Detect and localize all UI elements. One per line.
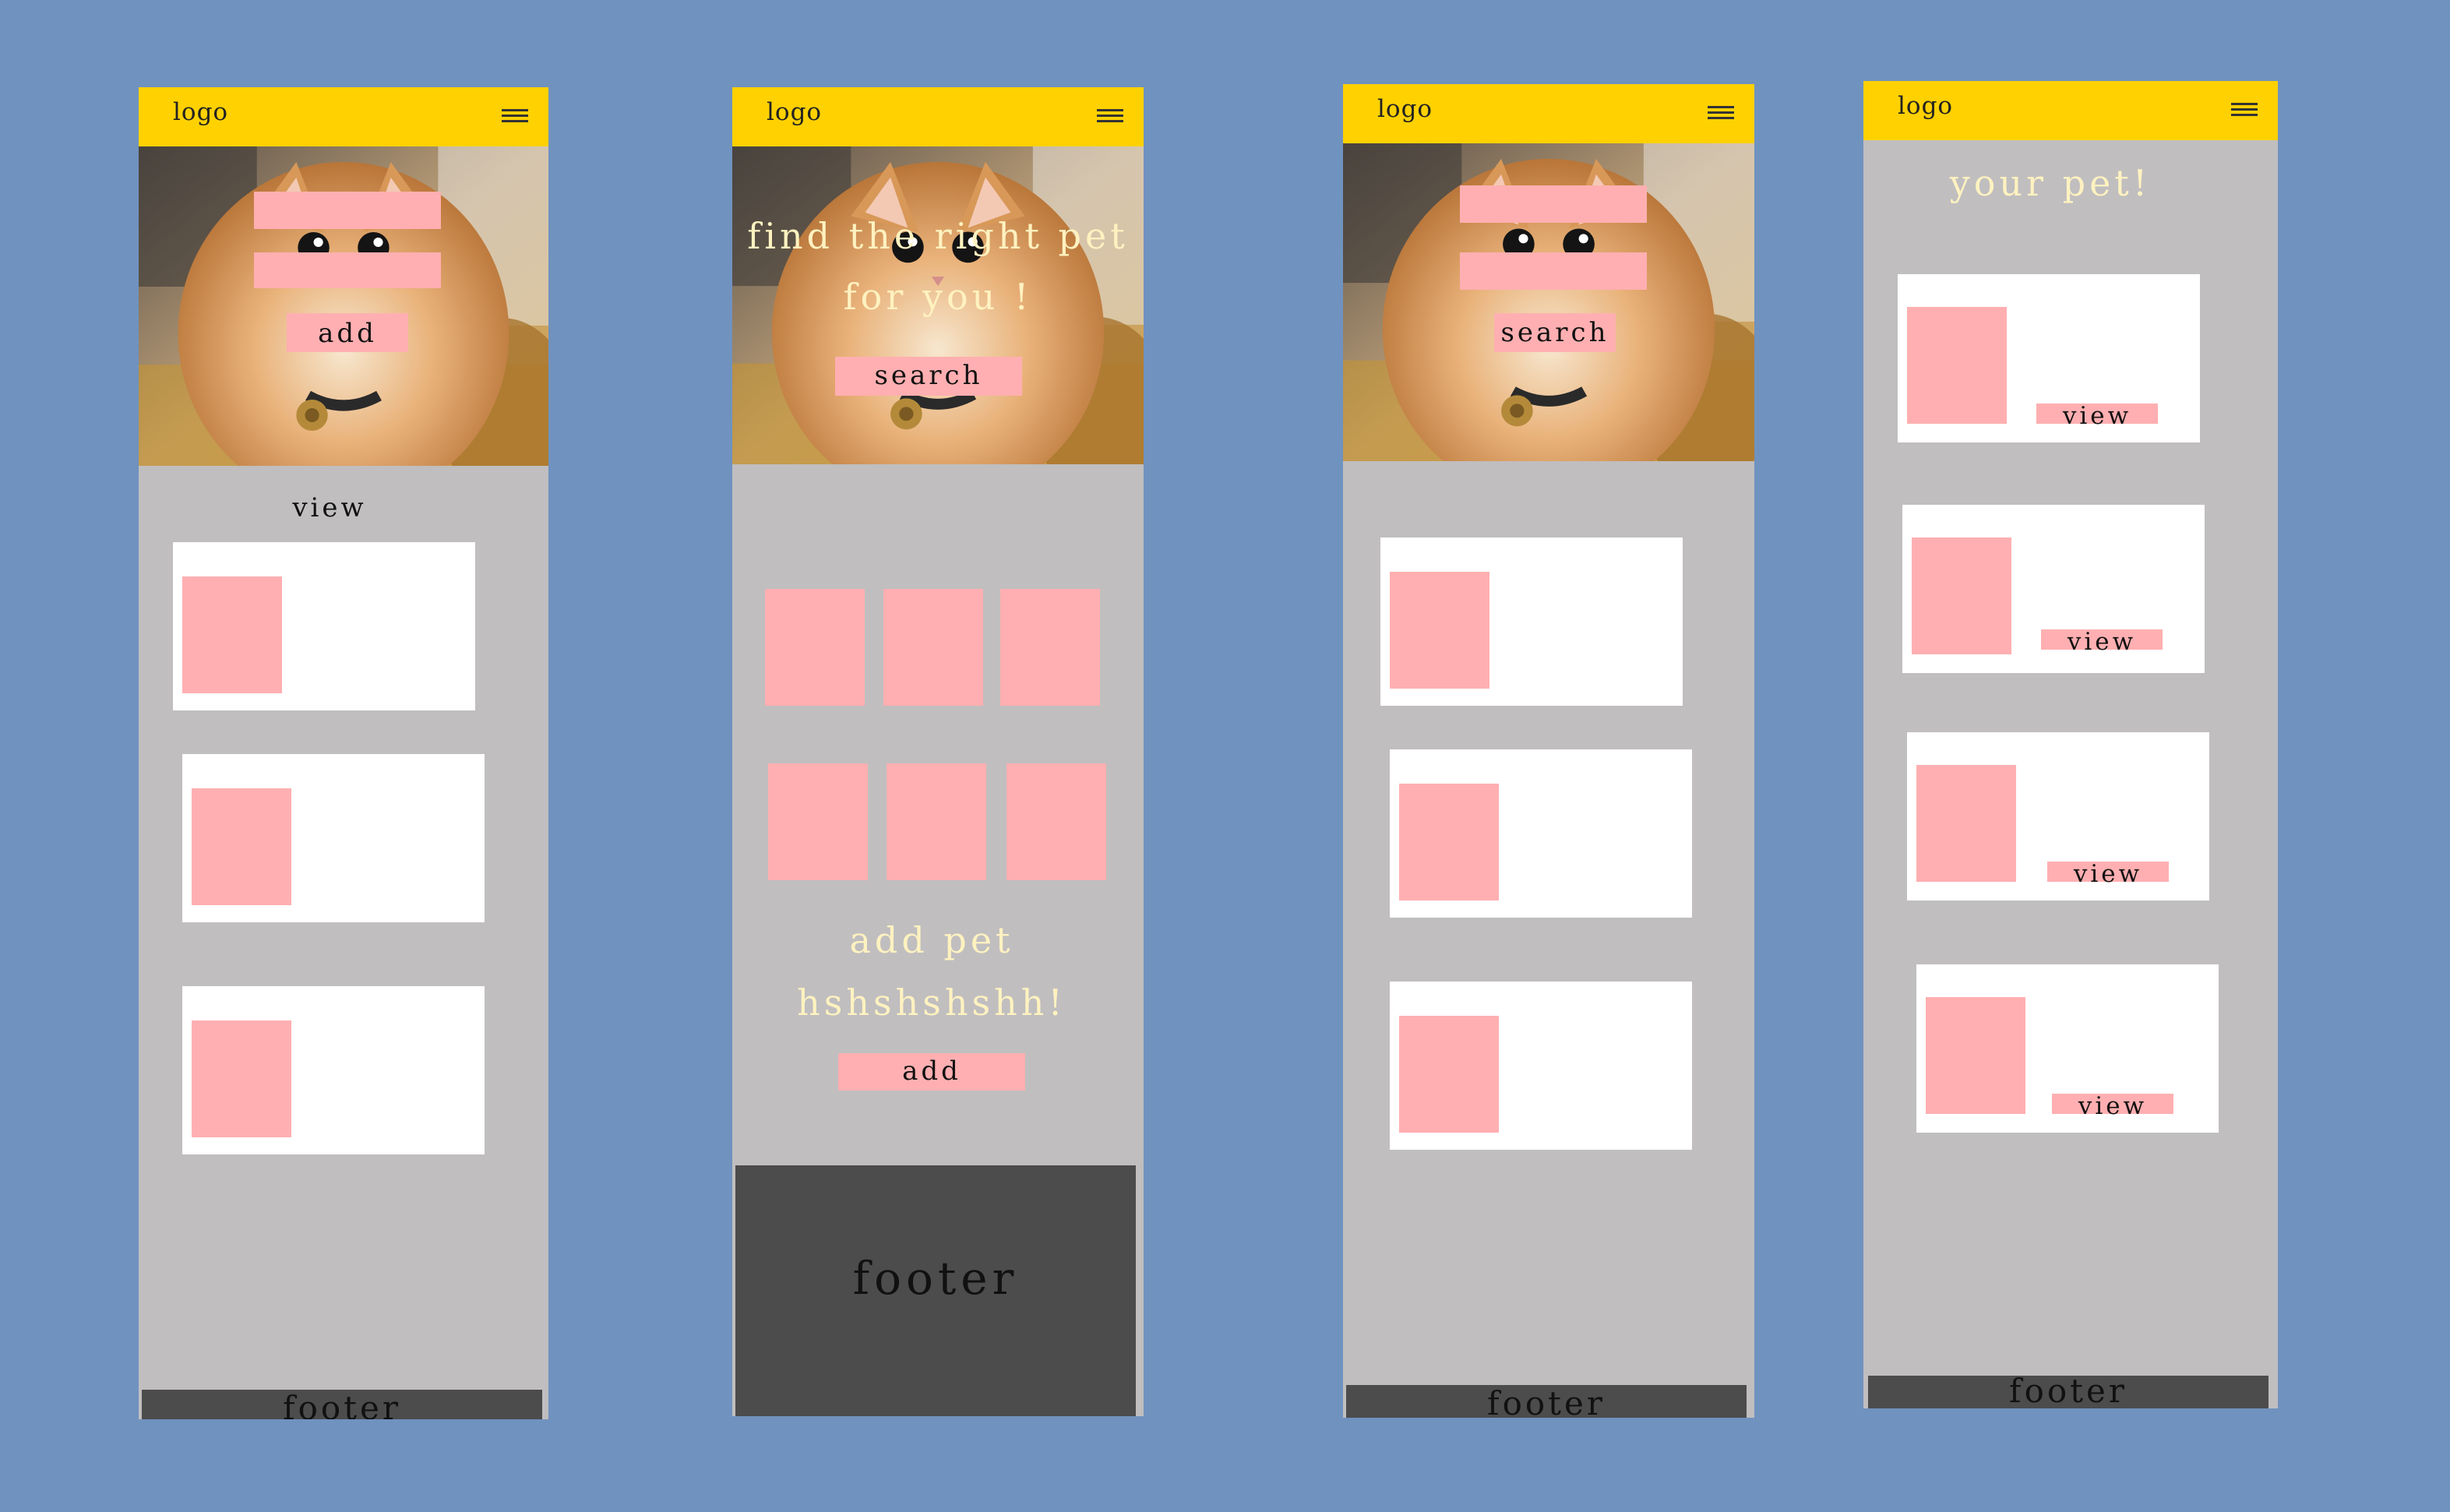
pet-thumbnail (182, 576, 282, 693)
pet-tile[interactable] (883, 589, 983, 706)
hamburger-menu-icon[interactable] (1708, 106, 1734, 120)
result-card[interactable] (1390, 749, 1692, 918)
pet-tile[interactable] (1000, 589, 1100, 706)
add-button[interactable]: add (838, 1053, 1025, 1091)
hero-image: add (139, 146, 548, 466)
pet-thumbnail (1907, 307, 2007, 424)
pet-card[interactable]: view (1902, 505, 2205, 673)
hero-heading-line-2: for you ! (843, 276, 1033, 318)
logo[interactable]: logo (1898, 92, 1953, 120)
hamburger-menu-icon[interactable] (2231, 103, 2258, 117)
pet-thumbnail (1399, 784, 1499, 901)
type-input[interactable] (254, 252, 441, 288)
screen-add-pet: logo add view footer (139, 87, 548, 1419)
view-button[interactable]: view (2047, 862, 2169, 886)
pet-thumbnail (1916, 765, 2016, 882)
page-heading: your pet! (1949, 162, 2152, 204)
header: logo (139, 87, 548, 146)
pet-card[interactable]: view (1898, 274, 2200, 442)
logo[interactable]: logo (767, 98, 822, 126)
result-card[interactable] (1390, 982, 1692, 1150)
pet-tile[interactable] (768, 763, 868, 880)
header: logo (1343, 84, 1754, 143)
hamburger-menu-icon[interactable] (502, 109, 528, 123)
pet-card[interactable] (182, 754, 485, 922)
search-button[interactable]: search (835, 357, 1022, 396)
pet-thumbnail (1926, 997, 2025, 1114)
pet-tile[interactable] (887, 763, 986, 880)
search-input[interactable] (1460, 185, 1647, 223)
add-button[interactable]: add (287, 313, 408, 352)
add-pet-heading: add pet (849, 919, 1014, 961)
footer: footer (1868, 1376, 2268, 1408)
pet-thumbnail (192, 788, 291, 905)
pet-thumbnail (1912, 537, 2011, 654)
search-button[interactable]: search (1494, 313, 1616, 352)
pet-tile[interactable] (765, 589, 865, 706)
view-button[interactable]: view (2052, 1094, 2173, 1119)
add-pet-subheading: hshshshshh! (797, 982, 1066, 1024)
pet-card[interactable] (182, 986, 485, 1154)
view-button[interactable]: view (2036, 404, 2158, 428)
footer: footer (1346, 1385, 1747, 1418)
section-label: view (292, 492, 367, 523)
name-input[interactable] (254, 192, 441, 229)
footer: footer (142, 1390, 542, 1419)
screen-your-pets: logo your pet! view view view view foote… (1863, 81, 2278, 1408)
pet-thumbnail (192, 1020, 291, 1137)
result-card[interactable] (1380, 537, 1683, 706)
screen-search: logo search footer (1343, 84, 1754, 1418)
pet-thumbnail (1399, 1016, 1499, 1133)
pet-card[interactable]: view (1907, 732, 2209, 901)
logo[interactable]: logo (1377, 95, 1433, 123)
screen-home: logo find the right pet for you ! search… (732, 87, 1144, 1416)
hero-image: search (1343, 143, 1754, 461)
header: logo (732, 87, 1144, 146)
view-button[interactable]: view (2041, 629, 2163, 654)
header: logo (1863, 81, 2278, 140)
filter-input[interactable] (1460, 252, 1647, 290)
logo[interactable]: logo (173, 98, 228, 126)
hero-image: find the right pet for you ! search (732, 146, 1144, 464)
pet-card[interactable]: view (1916, 964, 2219, 1133)
hamburger-menu-icon[interactable] (1097, 109, 1123, 123)
hero-heading: find the right pet (747, 215, 1129, 257)
footer: footer (735, 1165, 1136, 1416)
pet-tile[interactable] (1006, 763, 1106, 880)
pet-card[interactable] (173, 542, 475, 710)
pet-thumbnail (1390, 572, 1489, 689)
